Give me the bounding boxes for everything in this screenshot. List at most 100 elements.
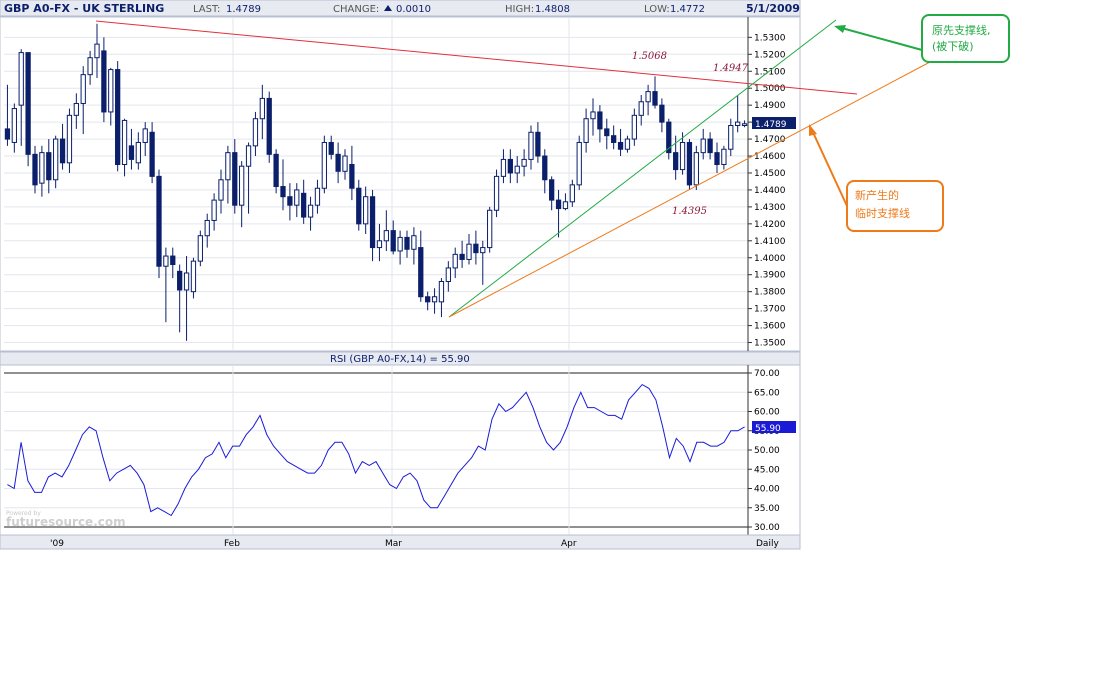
callout-original-support-line2: (被下破) — [932, 39, 974, 53]
candle-down — [46, 152, 52, 181]
candle-up — [252, 118, 259, 147]
callout-original-support — [921, 14, 1010, 63]
candle-down — [459, 253, 465, 260]
candle-down — [335, 153, 341, 172]
candle-down — [473, 243, 479, 254]
candle-up — [638, 101, 644, 116]
candle-up — [225, 152, 231, 181]
candle-down — [549, 179, 555, 201]
price-tick-label: 1.4000 — [754, 254, 786, 264]
price-tick-label: 1.3800 — [754, 288, 786, 298]
rsi-tick-label: 30.00 — [754, 523, 780, 533]
candle-up — [363, 196, 369, 225]
candle-up — [80, 74, 86, 104]
candle-up — [66, 114, 73, 164]
candle-up — [383, 230, 389, 242]
candle-up — [321, 141, 327, 189]
candle-down — [128, 145, 135, 160]
rsi-tick-label: 45.00 — [754, 465, 780, 475]
candle-down — [604, 128, 610, 137]
candle-up — [493, 175, 500, 211]
callout-new-support-line2: 临时支撑线 — [855, 206, 910, 220]
rsi-tick-label: 40.00 — [754, 485, 780, 495]
candle-up — [73, 102, 79, 116]
candle-down — [390, 230, 396, 252]
candle-up — [376, 240, 383, 249]
candle-up — [528, 131, 534, 160]
candle-down — [673, 152, 679, 171]
header-date: 5/1/2009 — [746, 2, 800, 15]
candle-up — [87, 57, 93, 76]
candle-up — [590, 111, 596, 120]
candle-up — [163, 255, 169, 267]
candle-down — [301, 192, 307, 218]
candle-down — [369, 196, 376, 249]
rsi-tick-label: 70.00 — [754, 369, 780, 379]
candle-up — [583, 118, 589, 143]
candle-down — [617, 141, 624, 150]
candle-down — [555, 199, 562, 210]
price-tick-label: 1.5100 — [754, 67, 786, 77]
candle-down — [404, 236, 410, 250]
chart-canvas: GBP A0-FX - UK STERLING LAST: 1.4789 CHA… — [0, 0, 1010, 550]
period-label: Daily — [756, 539, 779, 549]
candle-down — [273, 153, 279, 188]
price-tick-label: 1.4500 — [754, 169, 786, 179]
candle-up — [142, 128, 148, 143]
callout-orange-arrowhead-icon — [809, 124, 817, 136]
candle-up — [53, 138, 59, 181]
x-label-mar: Mar — [385, 539, 402, 549]
candle-down — [542, 155, 548, 181]
price-tick-label: 1.3500 — [754, 339, 786, 349]
watermark-brand: futuresource.com — [6, 515, 126, 529]
price-tick-label: 1.3600 — [754, 322, 786, 332]
rsi-tick-label: 35.00 — [754, 504, 780, 514]
last-value: 1.4789 — [226, 4, 261, 15]
candle-down — [149, 131, 155, 177]
price-tick-label: 1.4900 — [754, 101, 786, 111]
candle-down — [356, 187, 362, 225]
price-tick-label: 1.5300 — [754, 33, 786, 43]
candle-down — [4, 128, 11, 140]
callout-green-arrow — [837, 26, 923, 51]
candle-up — [294, 189, 300, 206]
candle-down — [425, 296, 431, 303]
rsi-tick-label: 60.00 — [754, 408, 780, 418]
candle-down — [59, 138, 66, 164]
candle-up — [445, 267, 451, 282]
rsi-value-tag-text: 55.90 — [755, 424, 781, 434]
candle-up — [693, 152, 699, 186]
candle-up — [183, 272, 190, 291]
candle-up — [259, 97, 265, 120]
candle-up — [438, 280, 445, 303]
last-price-tag-text: 1.4789 — [755, 120, 787, 130]
price-tick-label: 1.4400 — [754, 186, 786, 196]
candle-down — [535, 131, 541, 157]
candle-down — [177, 270, 183, 291]
candle-up — [514, 165, 520, 174]
last-label: LAST: — [193, 4, 220, 15]
candle-up — [121, 119, 128, 166]
candle-up — [645, 91, 651, 103]
annotation-low: 1.4395 — [672, 206, 707, 217]
candle-up — [245, 145, 252, 167]
candle-up — [679, 141, 686, 171]
candle-up — [397, 236, 403, 252]
candle-up — [307, 204, 314, 218]
candle-down — [25, 52, 31, 155]
annotation-mid: 1.4947 — [713, 63, 749, 74]
price-tick-label: 1.3700 — [754, 305, 786, 315]
callout-new-support-line1: 新产生的 — [855, 188, 899, 202]
callout-original-support-line1: 原先支撑线, — [932, 23, 991, 37]
candle-down — [32, 153, 38, 186]
annotation-high: 1.5068 — [632, 51, 667, 62]
price-tick-label: 1.4700 — [754, 135, 786, 145]
price-tick-label: 1.4600 — [754, 152, 786, 162]
candle-up — [204, 219, 210, 237]
price-tick-label: 1.4100 — [754, 237, 786, 247]
candle-up — [576, 141, 582, 186]
candle-up — [624, 138, 631, 150]
change-label: CHANGE: — [333, 4, 379, 15]
candle-down — [418, 247, 424, 298]
candle-up — [487, 209, 493, 249]
